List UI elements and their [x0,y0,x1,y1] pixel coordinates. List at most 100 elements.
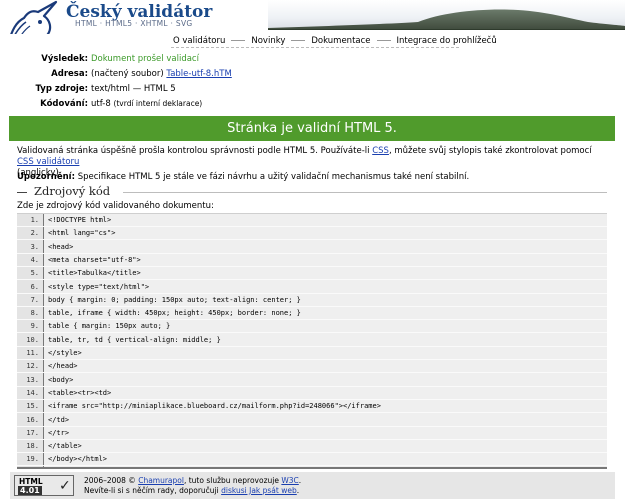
code-text: <title>Tabulka</title> [48,269,141,278]
line-number: 7. [30,295,39,304]
result-value: Dokument prošel validací [91,54,199,64]
encoding-value: utf-8 (tvrdí interní deklarace) [91,99,202,109]
code-line: 3. <head> [17,241,607,254]
discussion-link[interactable]: diskusi Jak psát web [221,486,297,495]
code-text: <style type="text/html"> [48,282,150,291]
code-line: 1. <!DOCTYPE html> [17,214,607,227]
heading-rule [123,192,607,193]
warning-text: Specifikace HTML 5 je stále ve fázi návr… [77,172,470,182]
code-line: 11. </style> [17,347,607,360]
code-text: </table> [48,442,82,451]
site-subtitle: HTML · HTML5 · XHTML · SVG [75,19,193,28]
footer-text: 2006–2008 © Chamurapol, tuto službu nepr… [84,476,301,495]
code-line: 2. <html lang="cs"> [17,227,607,241]
landscape-banner-image [268,0,625,30]
line-number: 4. [30,255,39,264]
code-text: <body> [48,375,74,384]
code-line: 6. <style type="text/html"> [17,281,607,294]
html401-badge[interactable]: HTML 4.01 ✓ [14,475,74,496]
code-text: <html lang="cs"> [48,229,116,238]
code-text: table, iframe { width: 450px; height: 45… [48,309,301,318]
code-text: </body></html> [48,455,108,464]
nav-separator [291,40,306,41]
encoding-row: Kódování: utf-8 (tvrdí interní deklarace… [0,99,625,111]
code-line: 18. </table> [17,440,607,454]
footer-line1-pre: 2006–2008 © [84,476,139,485]
code-line: 19. </body></html> [17,453,607,467]
source-code-block[interactable]: 1. <!DOCTYPE html> 2. <html lang="cs"> 3. <he… [17,213,607,469]
code-text: </tr> [48,428,70,437]
nav-bar: O validátoru Novinky Dokumentace Integra… [171,34,499,47]
main-nav: O validátoru Novinky Dokumentace Integra… [0,30,625,50]
line-number: 15. [26,402,39,411]
encoding-label: Kódování: [40,99,88,109]
code-line: 8. table, iframe { width: 450px; height: … [17,307,607,321]
code-text: </head> [48,362,78,371]
nav-link-dokumentace[interactable]: Dokumentace [309,36,372,46]
line-number: 12. [26,362,39,371]
line-number: 9. [30,322,39,331]
nav-link-o-validatoru[interactable]: O validátoru [171,36,227,46]
header: Český validátor HTML · HTML5 · XHTML · S… [0,0,625,34]
code-text: table, tr, td { vertical-align: middle; … [48,335,221,344]
nav-separator [376,40,391,41]
line-number: 18. [26,442,39,451]
encoding-name: utf-8 [91,99,111,109]
source-intro: Zde je zdrojový kód validovaného dokumen… [17,201,214,211]
address-prefix: (načtený soubor) [91,69,164,79]
code-line: 9. table { margin: 150px auto; } [17,320,607,334]
result-row: Výsledek: Dokument prošel validací [0,54,625,66]
address-row: Adresa: (načtený soubor) Table-utf-8.hTM [0,69,625,81]
source-type-label: Typ zdroje: [35,84,88,94]
source-type-row: Typ zdroje: text/html — HTML 5 [0,84,625,96]
css-validator-link[interactable]: CSS validátoru [17,157,79,167]
footer: HTML 4.01 ✓ 2006–2008 © Chamurapol, tuto… [10,472,615,499]
code-line: 14. <table><tr><td> [17,387,607,400]
validation-text-1: Validovaná stránka úspěšně prošla kontro… [17,146,373,156]
author-link[interactable]: Chamurapol [138,476,184,485]
source-type-value: text/html — HTML 5 [91,84,176,94]
line-number: 5. [30,269,39,278]
code-line: 16. </td> [17,414,607,427]
address-value: (načtený soubor) Table-utf-8.hTM [91,69,232,79]
css-link[interactable]: CSS [372,146,389,156]
address-link[interactable]: Table-utf-8.hTM [166,69,231,79]
code-text: <meta charset="utf-8"> [48,255,141,264]
nav-link-integrace[interactable]: Integrace do prohlížečů [395,36,499,46]
validation-text-2: , můžete svůj stylopis také zkontrolovat… [388,146,592,156]
line-number: 8. [30,309,39,318]
validation-result-banner: Stránka je validní HTML 5. [9,116,615,141]
code-line: 5. <title>Tabulka</title> [17,267,607,281]
nav-divider [171,47,459,48]
code-text: <!DOCTYPE html> [48,216,112,224]
line-number: 11. [26,349,39,357]
nav-link-novinky[interactable]: Novinky [249,36,287,46]
line-number: 16. [26,415,39,424]
nav-separator [231,40,246,41]
code-line: 15. <iframe src="http://miniaplikace.blue… [17,400,607,414]
footer-line1-end: . [298,476,302,485]
code-text: <iframe src="http://miniaplikace.blueboa… [48,402,381,411]
code-text: <head> [48,242,74,251]
line-number: 1. [30,216,39,224]
w3c-link[interactable]: W3C [281,476,298,485]
badge-version-text: 4.01 [18,486,42,495]
badge-html-text: HTML [19,477,43,486]
code-line: 10. table, tr, td { vertical-align: middl… [17,334,607,347]
result-label: Výsledek: [41,54,88,64]
warning-message: Upozornění: Specifikace HTML 5 je stále … [17,172,609,183]
encoding-note: (tvrdí interní deklarace) [113,99,203,108]
code-line: 17. </tr> [17,427,607,440]
code-line: 7. body { margin: 0; padding: 150px auto;… [17,294,607,307]
source-code-heading: Zdrojový kód [17,184,607,198]
line-number: 10. [26,335,39,344]
footer-line2-pre: Nevíte-li si s něčím rady, doporučuji [84,485,222,495]
checkmark-icon: ✓ [59,478,71,494]
code-text: body { margin: 0; padding: 150px auto; t… [48,295,301,304]
line-number: 3. [30,242,39,251]
row-separator [17,465,607,467]
warning-label: Upozornění: [17,172,75,182]
line-number: 2. [30,229,39,238]
line-number: 14. [26,388,39,397]
unicorn-logo-icon[interactable] [2,0,62,34]
